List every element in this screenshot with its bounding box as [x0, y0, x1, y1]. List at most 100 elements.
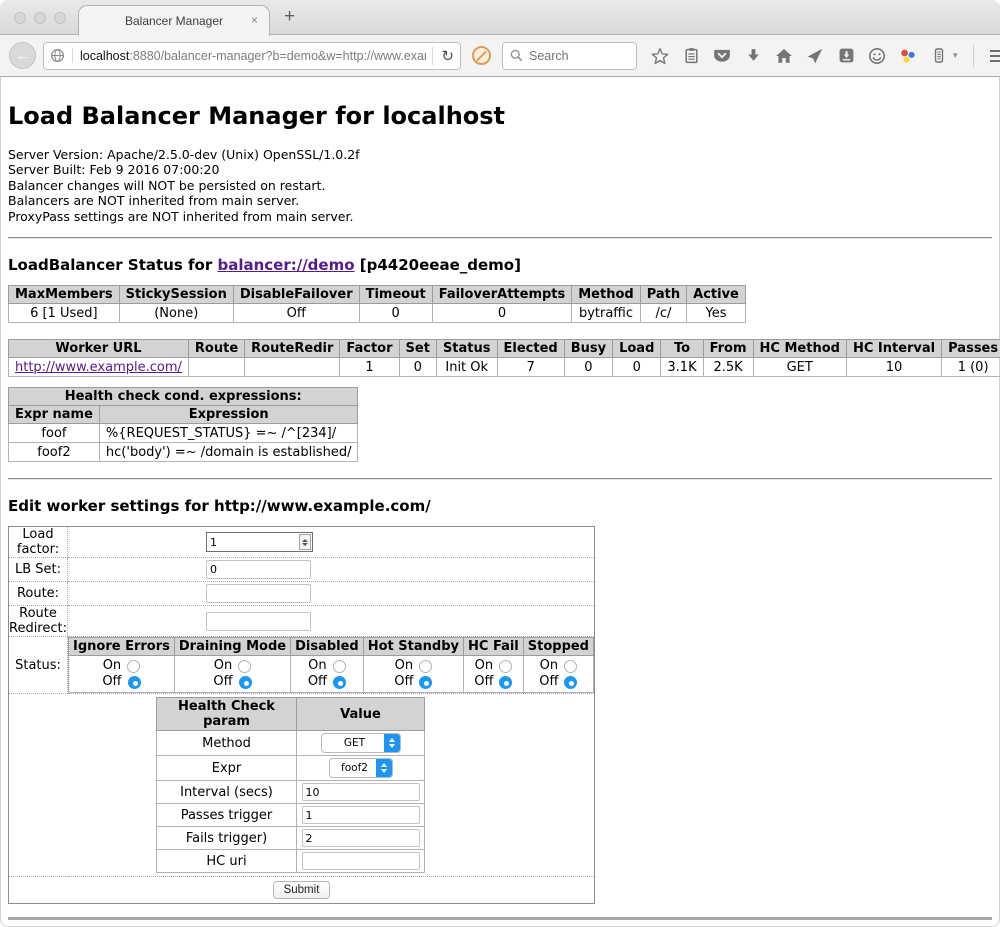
reload-icon[interactable]: ↻	[432, 47, 454, 65]
draining-mode-radios: On Off	[174, 656, 290, 693]
fails-input[interactable]	[302, 829, 420, 847]
lb-set-input[interactable]	[206, 560, 311, 579]
hc-uri-input[interactable]	[302, 852, 420, 870]
home-icon[interactable]	[775, 47, 793, 65]
hc-fail-off-radio[interactable]	[499, 676, 512, 689]
page-content: Load Balancer Manager for localhost Serv…	[0, 102, 1000, 920]
interval-input[interactable]	[302, 783, 420, 801]
close-tab-icon[interactable]: ×	[251, 14, 258, 26]
downloads-icon[interactable]	[744, 47, 762, 65]
passes-label: Passes trigger	[157, 804, 297, 827]
pocket-icon[interactable]	[713, 47, 731, 65]
fails-row: Fails trigger)	[157, 827, 425, 850]
route-redirect-label: Route Redirect:	[9, 606, 68, 637]
route-redirect-input[interactable]	[206, 612, 311, 631]
interval-row: Interval (secs)	[157, 781, 425, 804]
table-row: 6 [1 Used] (None) Off 0 0 bytraffic /c/ …	[9, 304, 746, 323]
hot-standby-off-radio[interactable]	[419, 676, 432, 689]
ignore-errors-on-radio[interactable]	[127, 660, 140, 673]
site-identity-globe-icon[interactable]	[50, 48, 73, 63]
table-header-row: MaxMembers StickySession DisableFailover…	[9, 286, 746, 304]
url-text[interactable]: localhost:8880/balancer-manager?b=demo&w…	[80, 49, 426, 63]
worker-url-link[interactable]: http://www.example.com/	[15, 360, 182, 375]
bookmark-star-icon[interactable]	[651, 47, 669, 65]
worker-row: http://www.example.com/ 1 0 Init Ok 7 0 …	[9, 358, 1000, 377]
disabled-radios: On Off	[291, 656, 364, 693]
container-tabs-icon[interactable]	[930, 47, 948, 65]
method-row: Method GET	[157, 731, 425, 756]
route-input[interactable]	[206, 584, 311, 603]
toolbar-icon-row: ▾	[651, 45, 1000, 67]
tab-title: Balancer Manager	[125, 14, 223, 28]
zoom-window-button[interactable]	[54, 12, 66, 24]
col-disablefailover: DisableFailover	[233, 286, 359, 304]
send-tab-icon[interactable]	[806, 47, 824, 65]
status-label: Status:	[9, 637, 68, 694]
navigation-toolbar: ← localhost:8880/balancer-manager?b=demo…	[0, 35, 1000, 77]
content-block-icon[interactable]	[472, 46, 491, 65]
status-table: Ignore Errors Draining Mode Disabled Hot…	[68, 637, 594, 693]
search-bar[interactable]	[502, 42, 637, 70]
worker-table: Worker URL Route RouteRedir Factor Set S…	[8, 339, 1000, 377]
draining-mode-on-radio[interactable]	[238, 660, 251, 673]
disabled-off-radio[interactable]	[333, 676, 346, 689]
draining-mode-off-radio[interactable]	[239, 676, 252, 689]
expr-row: Expr foof2	[157, 756, 425, 781]
back-button[interactable]: ←	[9, 42, 36, 69]
stopped-on-radio[interactable]	[564, 660, 577, 673]
ignore-errors-off-radio[interactable]	[128, 676, 141, 689]
chat-smiley-icon[interactable]	[868, 47, 886, 65]
hot-standby-on-radio[interactable]	[419, 660, 432, 673]
method-label: Method	[157, 731, 297, 756]
passes-input[interactable]	[302, 806, 420, 824]
load-factor-field	[206, 532, 313, 552]
stopped-radios: On Off	[523, 656, 593, 693]
submit-row: Submit	[9, 877, 595, 904]
table-header-row: Expr name Expression	[9, 406, 358, 424]
expr-label: Expr	[157, 756, 297, 781]
balancer-status-heading: LoadBalancer Status for balancer://demo …	[8, 256, 992, 274]
page-title: Load Balancer Manager for localhost	[8, 102, 992, 130]
search-input[interactable]	[529, 49, 619, 63]
disabled-on-radio[interactable]	[333, 660, 346, 673]
passes-row: Passes trigger	[157, 804, 425, 827]
notice-balancers: Balancers are NOT inherited from main se…	[8, 193, 992, 208]
table-header-row: Worker URL Route RouteRedir Factor Set S…	[9, 340, 1000, 358]
heading-suffix: [p4420eeae_demo]	[355, 256, 521, 274]
number-spinner[interactable]	[299, 534, 311, 550]
load-factor-input[interactable]	[210, 536, 299, 549]
table-row: foof2 hc('body') =~ /domain is establish…	[9, 443, 358, 462]
chevron-down-icon[interactable]: ▾	[953, 50, 958, 61]
edit-worker-heading: Edit worker settings for http://www.exam…	[8, 497, 992, 515]
balancer-demo-link[interactable]: balancer://demo	[217, 256, 354, 274]
close-window-button[interactable]	[14, 12, 26, 24]
hc-uri-row: HC uri	[157, 850, 425, 873]
stopped-off-radio[interactable]	[564, 676, 577, 689]
hc-fail-on-radio[interactable]	[499, 660, 512, 673]
divider	[8, 478, 992, 480]
new-tab-button[interactable]: +	[284, 6, 295, 28]
col-timeout: Timeout	[359, 286, 432, 304]
submit-button[interactable]: Submit	[273, 881, 331, 899]
select-arrows-icon	[384, 734, 400, 752]
server-info: Server Version: Apache/2.5.0-dev (Unix) …	[8, 147, 992, 224]
server-version: Server Version: Apache/2.5.0-dev (Unix) …	[8, 147, 992, 162]
ignore-errors-radios: On Off	[69, 656, 175, 693]
url-bar[interactable]: localhost:8880/balancer-manager?b=demo&w…	[43, 42, 461, 70]
col-failoverattempts: FailoverAttempts	[432, 286, 572, 304]
save-page-icon[interactable]	[837, 47, 855, 65]
status-row: Status: Ignore Errors Draining Mode Disa…	[9, 637, 595, 694]
tab-bar: Balancer Manager × +	[0, 0, 1000, 35]
method-select[interactable]: GET	[321, 733, 401, 753]
status-radio-row: On Off On Off On Off	[69, 656, 594, 693]
lb-set-label: LB Set:	[9, 558, 68, 582]
window-controls	[14, 12, 66, 24]
lb-set-row: LB Set:	[9, 558, 595, 582]
extension-dots-icon[interactable]	[899, 47, 917, 65]
expr-select[interactable]: foof2	[329, 758, 393, 778]
minimize-window-button[interactable]	[34, 12, 46, 24]
reading-list-icon[interactable]	[682, 47, 700, 65]
tab-balancer-manager[interactable]: Balancer Manager ×	[78, 5, 270, 36]
menu-icon[interactable]	[989, 47, 1000, 65]
col-stickysession: StickySession	[119, 286, 233, 304]
